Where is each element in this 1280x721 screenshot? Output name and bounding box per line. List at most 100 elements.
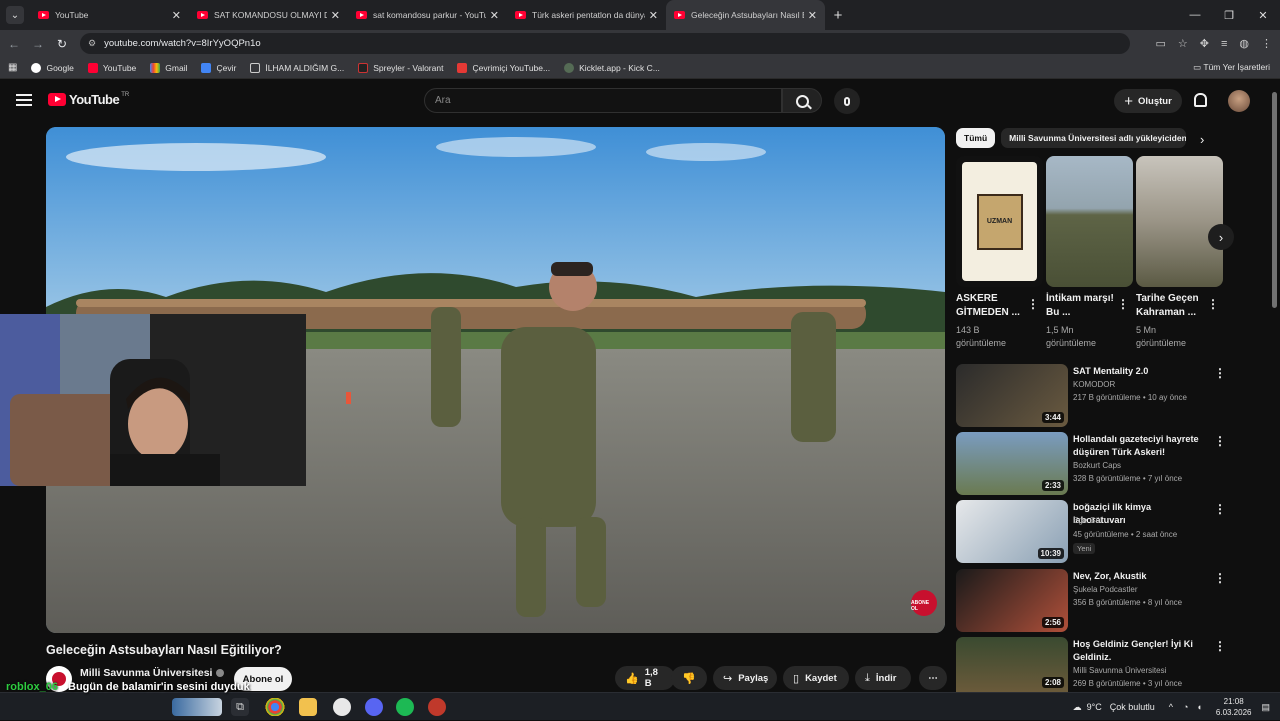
youtube-icon bbox=[87, 62, 98, 73]
all-bookmarks-button[interactable]: ▭ Tüm Yer İşaretleri bbox=[1193, 62, 1270, 73]
voice-search-button[interactable] bbox=[834, 88, 860, 114]
forward-icon[interactable]: → bbox=[26, 37, 50, 51]
more-actions-button[interactable]: ⋯ bbox=[919, 666, 947, 690]
file-explorer-icon[interactable] bbox=[299, 698, 317, 716]
create-button[interactable]: + Oluştur bbox=[1114, 89, 1182, 113]
close-tab-icon[interactable]: ✕ bbox=[331, 9, 340, 22]
video-card-channel[interactable]: Ege Gül bbox=[1073, 516, 1102, 525]
tray-chevron-icon[interactable]: ^ bbox=[1169, 702, 1173, 712]
restore-icon[interactable]: ❐ bbox=[1212, 0, 1246, 30]
video-menu-icon[interactable]: ⋮ bbox=[1214, 502, 1226, 516]
bookmark-item[interactable]: Çevir bbox=[201, 62, 236, 73]
clock-time: 21:08 bbox=[1223, 697, 1244, 706]
minimize-icon[interactable]: — bbox=[1178, 0, 1212, 30]
recommended-video[interactable]: 10:39 boğaziçi ilk kimya laboratuvarı Eg… bbox=[956, 500, 1256, 566]
chrome-icon[interactable] bbox=[265, 698, 285, 716]
discord-icon[interactable] bbox=[365, 698, 383, 716]
volume-icon[interactable]: ◖ bbox=[1196, 702, 1201, 712]
close-tab-icon[interactable]: ✕ bbox=[490, 9, 499, 22]
taskbar-thumbnail[interactable] bbox=[172, 698, 222, 716]
bookmark-star-icon[interactable]: ☆ bbox=[1178, 37, 1188, 50]
recommended-video[interactable]: 2:56 Nev, Zor, Akustik Şukela Podcastler… bbox=[956, 569, 1256, 635]
bookmark-item[interactable]: Çevrimiçi YouTube... bbox=[457, 62, 550, 73]
clock[interactable]: 21:08 6.03.2026 bbox=[1216, 696, 1252, 718]
youtube-logo[interactable]: YouTube TR bbox=[48, 92, 129, 107]
extensions-icon[interactable]: ✥ bbox=[1200, 37, 1209, 50]
recommended-video[interactable]: 2:08 Hoş Geldiniz Gençler! İyi Ki Geldin… bbox=[956, 637, 1256, 692]
reload-icon[interactable]: ↻ bbox=[50, 37, 74, 51]
network-icon[interactable]: ◔ bbox=[1183, 702, 1188, 712]
task-view-icon[interactable]: ⧉ bbox=[231, 698, 249, 716]
recommended-video[interactable]: 2:33 Hollandalı gazeteciyi hayrete düşür… bbox=[956, 432, 1256, 498]
apps-grid-icon[interactable]: ▦ bbox=[8, 62, 17, 73]
browser-tab[interactable]: SAT KOMANDOSU OLMAYI DENE ✕ bbox=[189, 0, 348, 30]
subscribe-watermark[interactable]: ABONE OL bbox=[911, 590, 937, 616]
back-icon[interactable]: ← bbox=[2, 37, 26, 51]
obs-icon[interactable] bbox=[428, 698, 446, 716]
cast-icon[interactable]: ▭ bbox=[1155, 37, 1165, 50]
recommended-video[interactable]: 3:44 SAT Mentality 2.0 KOMODOR 217 B gör… bbox=[956, 364, 1256, 430]
video-menu-icon[interactable]: ⋮ bbox=[1214, 639, 1226, 653]
browser-tab-active[interactable]: Geleceğin Astsubayları Nasıl Eğ ✕ bbox=[666, 0, 825, 30]
site-info-icon[interactable]: ⚙ bbox=[88, 38, 96, 49]
bookmark-item[interactable]: YouTube bbox=[87, 62, 136, 73]
chip-from-uploader[interactable]: Milli Savunma Üniversitesi adlı yükleyic… bbox=[1001, 128, 1187, 148]
share-button[interactable]: ↪ Paylaş bbox=[713, 666, 777, 690]
weather-text[interactable]: Çok bulutlu bbox=[1110, 702, 1155, 712]
chevron-right-icon[interactable]: › bbox=[1200, 132, 1204, 147]
short-card[interactable]: UZMAN ASKERE GİTMEDEN ... 143 B görüntül… bbox=[956, 156, 1043, 350]
page-scrollbar[interactable] bbox=[1272, 92, 1277, 308]
youtube-favicon-icon bbox=[356, 11, 367, 19]
url-bar[interactable]: ⚙ youtube.com/watch?v=8IrYyOQPn1o bbox=[80, 33, 1130, 54]
bookmark-item[interactable]: Kicklet.app - Kick C... bbox=[564, 62, 660, 73]
all-bookmarks-label: Tüm Yer İşaretleri bbox=[1203, 62, 1270, 72]
close-tab-icon[interactable]: ✕ bbox=[172, 9, 181, 22]
app-icon[interactable] bbox=[333, 698, 351, 716]
like-button[interactable]: 👍 1,8 B bbox=[615, 666, 675, 690]
new-tab-button[interactable]: + bbox=[825, 7, 851, 24]
profile-icon[interactable]: ◍ bbox=[1239, 37, 1249, 50]
short-menu-icon[interactable]: ⋮ bbox=[1117, 297, 1129, 311]
search-button[interactable] bbox=[782, 88, 822, 113]
video-menu-icon[interactable]: ⋮ bbox=[1214, 434, 1226, 448]
close-tab-icon[interactable]: ✕ bbox=[808, 9, 817, 22]
hamburger-menu-icon[interactable] bbox=[16, 94, 32, 106]
save-button[interactable]: ▯ Kaydet bbox=[783, 666, 849, 690]
media-icon[interactable]: ≡ bbox=[1221, 38, 1227, 50]
spotify-icon[interactable] bbox=[396, 698, 414, 716]
bookmark-item[interactable]: Gmail bbox=[150, 62, 187, 73]
video-card-channel[interactable]: Bozkurt Caps bbox=[1073, 461, 1121, 470]
browser-tab[interactable]: YouTube ✕ bbox=[30, 0, 189, 30]
account-avatar[interactable] bbox=[1228, 90, 1250, 112]
close-window-icon[interactable]: ✕ bbox=[1246, 0, 1280, 30]
search-input[interactable]: Ara bbox=[424, 88, 782, 113]
video-card-channel[interactable]: Şukela Podcastler bbox=[1073, 585, 1137, 594]
weather-temp[interactable]: 9°C bbox=[1087, 702, 1102, 712]
notification-center-icon[interactable]: ▤ bbox=[1261, 702, 1270, 713]
short-card[interactable]: Tarihe Geçen Kahraman ... 5 Mn görüntüle… bbox=[1136, 156, 1223, 350]
video-card-channel[interactable]: Milli Savunma Üniversitesi bbox=[1073, 666, 1166, 675]
bookmark-item[interactable]: Spreyler - Valorant bbox=[358, 62, 443, 73]
browser-tab[interactable]: sat komandosu parkur - YouTube ✕ bbox=[348, 0, 507, 30]
download-button[interactable]: ⤓ İndir bbox=[855, 666, 911, 690]
menu-icon[interactable]: ⋮ bbox=[1261, 37, 1272, 50]
notifications-bell-icon[interactable] bbox=[1194, 93, 1207, 107]
channel-name[interactable]: Milli Savunma Üniversitesi bbox=[80, 667, 225, 679]
video-menu-icon[interactable]: ⋮ bbox=[1214, 366, 1226, 380]
short-card[interactable]: İntikam marşı! Bu ... 1,5 Mn görüntüleme… bbox=[1046, 156, 1133, 350]
short-menu-icon[interactable]: ⋮ bbox=[1207, 297, 1219, 311]
video-card-title: SAT Mentality 2.0 bbox=[1073, 366, 1149, 376]
dislike-button[interactable]: 👎 bbox=[671, 666, 707, 690]
close-tab-icon[interactable]: ✕ bbox=[649, 9, 658, 22]
bookmark-item[interactable]: Google bbox=[31, 62, 74, 73]
video-menu-icon[interactable]: ⋮ bbox=[1214, 571, 1226, 585]
short-menu-icon[interactable]: ⋮ bbox=[1027, 297, 1039, 311]
browser-tab[interactable]: Türk askeri pentatlon da dünya ✕ bbox=[507, 0, 666, 30]
video-card-channel[interactable]: KOMODOR bbox=[1073, 380, 1115, 389]
bookmark-label: İLHAM ALDIĞIM G... bbox=[265, 62, 345, 73]
chip-all[interactable]: Tümü bbox=[956, 128, 996, 148]
tab-search-button[interactable]: ⌄ bbox=[6, 6, 24, 24]
plus-icon: + bbox=[1124, 92, 1133, 110]
bookmark-item[interactable]: İLHAM ALDIĞIM G... bbox=[250, 62, 345, 73]
shorts-next-icon[interactable]: › bbox=[1208, 224, 1234, 250]
